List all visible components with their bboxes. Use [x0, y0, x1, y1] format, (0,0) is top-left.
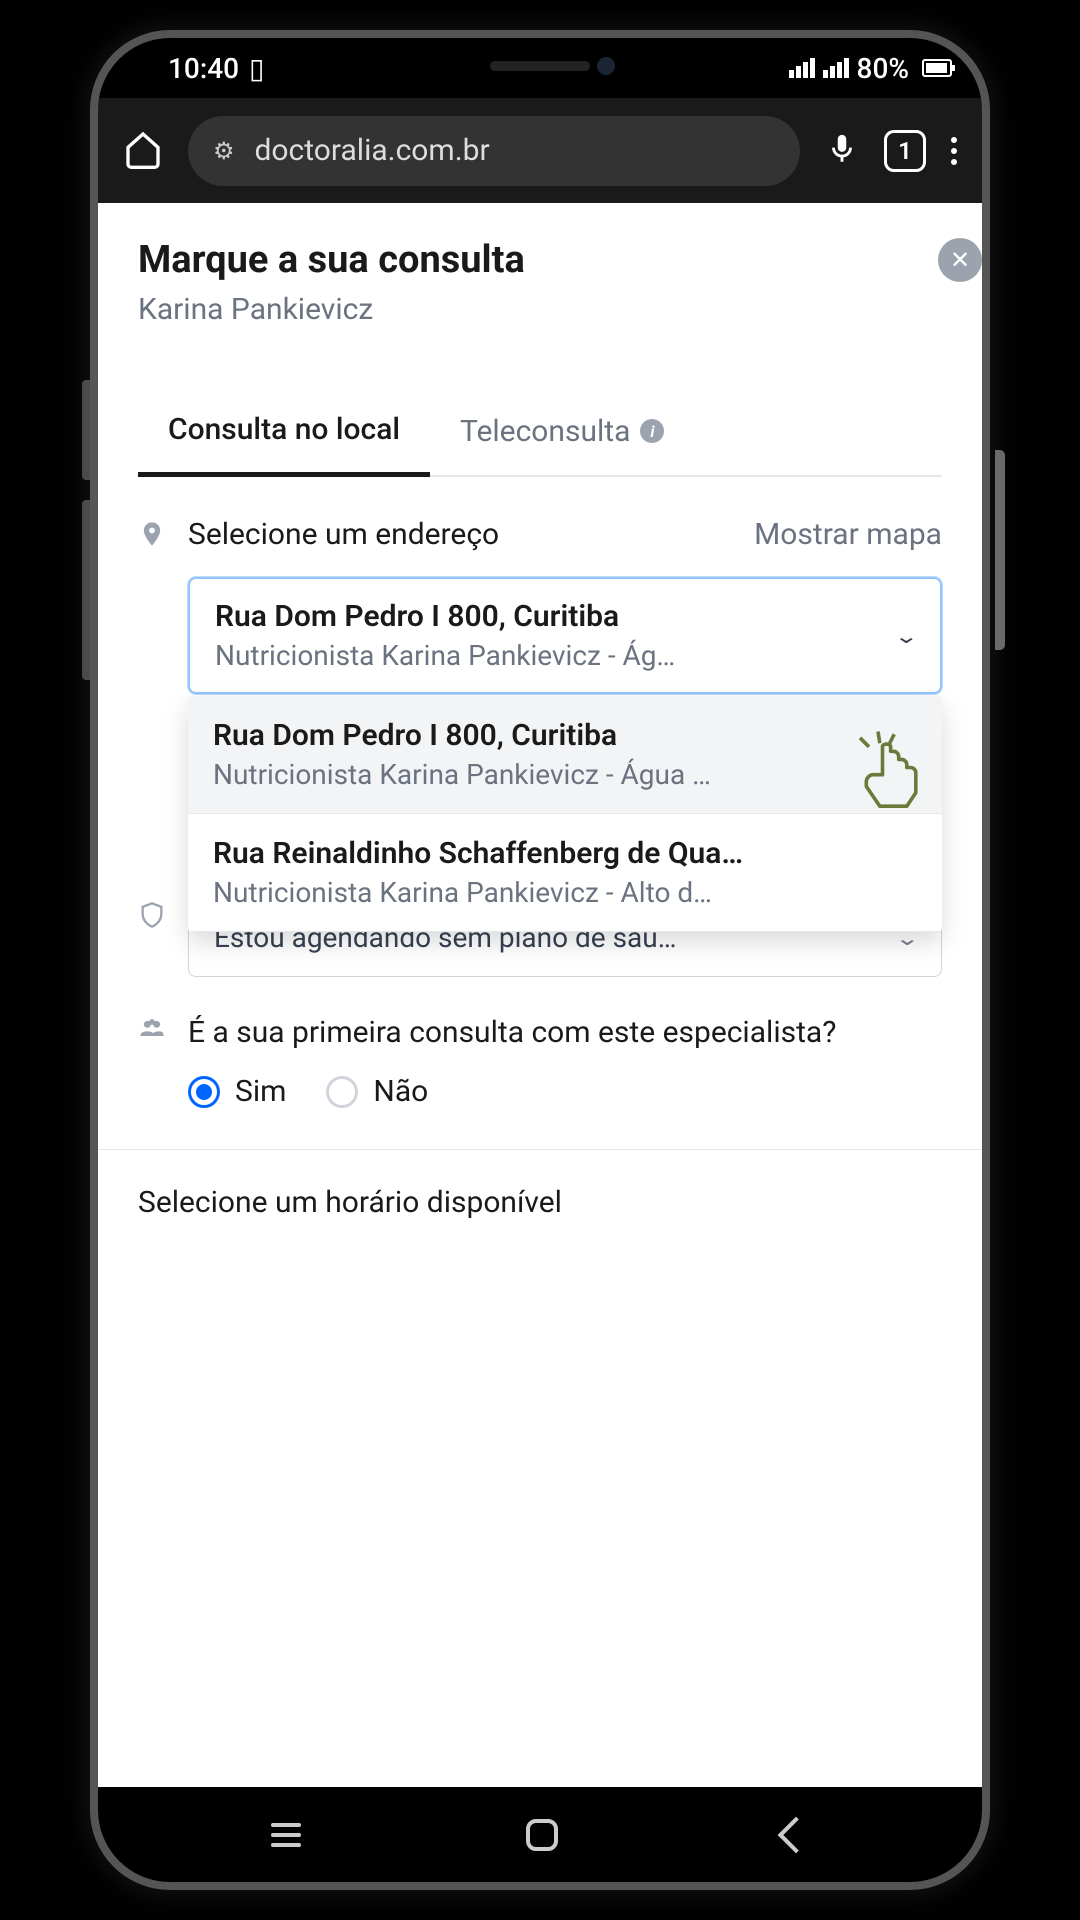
status-time: 10:40: [168, 52, 239, 85]
battery-icon: [922, 59, 952, 77]
address-selected-line1: Rua Dom Pedro I 800, Curitiba: [215, 599, 898, 634]
home-icon[interactable]: [123, 129, 163, 173]
android-nav-bar: [98, 1787, 982, 1882]
browser-toolbar: ⚙ doctoralia.com.br 1: [98, 98, 982, 203]
shield-icon: [138, 901, 166, 929]
card-icon: ▯: [249, 52, 264, 85]
chevron-down-icon: ⌄: [894, 624, 919, 648]
signal-icon: [789, 58, 815, 78]
nav-home-button[interactable]: [526, 1819, 558, 1851]
show-map-link[interactable]: Mostrar mapa: [754, 517, 942, 552]
schedule-label: Selecione um horário disponível: [98, 1185, 982, 1220]
close-button[interactable]: ✕: [938, 238, 982, 282]
tab-teleconsulta[interactable]: Teleconsulta i: [430, 387, 694, 475]
signal-icon-2: [823, 58, 849, 78]
url-text: doctoralia.com.br: [255, 133, 490, 168]
page-subtitle: Karina Pankievicz: [138, 292, 942, 327]
radio-checked-icon: [188, 1076, 220, 1108]
address-selected-line2: Nutricionista Karina Pankievicz - Ág…: [215, 639, 898, 672]
address-option-0[interactable]: Rua Dom Pedro I 800, Curitiba Nutricioni…: [188, 696, 942, 814]
page-title: Marque a sua consulta: [138, 238, 942, 282]
location-pin-icon: [138, 520, 166, 548]
chevron-down-icon: ⌄: [895, 926, 920, 950]
site-settings-icon[interactable]: ⚙: [213, 137, 235, 165]
tab-local[interactable]: Consulta no local: [138, 387, 430, 477]
mic-icon[interactable]: [825, 132, 859, 170]
page-content: Marque a sua consulta Karina Pankievicz …: [98, 203, 982, 1787]
people-icon: [138, 1015, 166, 1043]
radio-yes[interactable]: Sim: [188, 1074, 286, 1109]
close-icon: ✕: [950, 246, 970, 274]
radio-unchecked-icon: [326, 1076, 358, 1108]
pointer-cursor-icon: [842, 727, 932, 817]
address-option-1[interactable]: Rua Reinaldinho Schaffenberg de Qua… Nut…: [188, 814, 942, 932]
first-visit-question: É a sua primeira consulta com este espec…: [188, 1012, 942, 1054]
first-visit-radio-group: Sim Não: [188, 1074, 942, 1109]
nav-recent-button[interactable]: [271, 1823, 301, 1847]
address-dropdown: Rua Dom Pedro I 800, Curitiba Nutricioni…: [188, 696, 942, 932]
tabs-button[interactable]: 1: [884, 130, 926, 172]
notch: [380, 38, 700, 93]
nav-back-button[interactable]: [778, 1816, 815, 1853]
battery-percent: 80%: [857, 52, 909, 85]
address-label: Selecione um endereço: [188, 517, 499, 552]
more-icon[interactable]: [951, 137, 957, 165]
radio-no[interactable]: Não: [326, 1074, 428, 1109]
url-bar[interactable]: ⚙ doctoralia.com.br: [188, 116, 800, 186]
info-icon[interactable]: i: [640, 419, 664, 443]
phone-frame: 10:40 ▯ 80% ⚙ doctoralia.com.br 1 Marq: [90, 30, 990, 1890]
divider: [98, 1149, 982, 1150]
appointment-tabs: Consulta no local Teleconsulta i: [138, 387, 942, 477]
address-select[interactable]: Rua Dom Pedro I 800, Curitiba Nutricioni…: [188, 577, 942, 694]
